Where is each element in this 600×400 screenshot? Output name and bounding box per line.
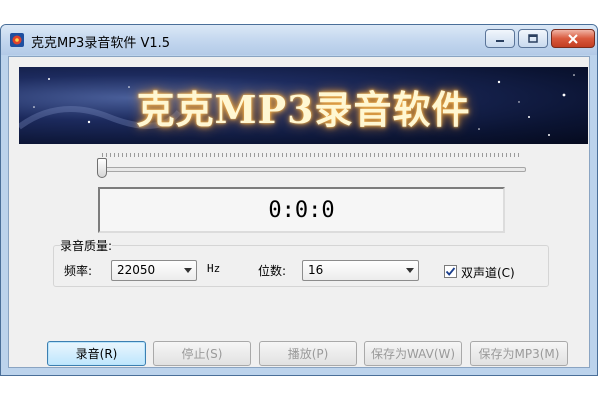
close-icon: [568, 33, 578, 44]
frequency-unit: Hz: [207, 262, 221, 275]
checkmark-icon: [445, 267, 456, 276]
bits-select[interactable]: 16: [302, 260, 419, 281]
maximize-button[interactable]: [518, 29, 548, 48]
maximize-icon: [528, 33, 538, 43]
stop-button[interactable]: 停止(S): [153, 341, 251, 366]
client-area: 克克MP3录音软件 0:0:0 录音质量: 频率: 22050 Hz 位数: 1…: [8, 56, 590, 368]
bits-value: 16: [308, 263, 324, 277]
banner: 克克MP3录音软件: [19, 67, 588, 144]
progress-slider-track[interactable]: [102, 167, 526, 172]
window-title: 克克MP3录音软件 V1.5: [31, 36, 171, 51]
recording-quality-label: 录音质量:: [60, 237, 113, 254]
stereo-label[interactable]: 双声道(C): [461, 264, 515, 281]
dropdown-arrow-icon: [184, 268, 192, 273]
dropdown-arrow-icon: [406, 268, 414, 273]
app-window: 克克MP3录音软件 V1.5 克克MP3录音软件 0:0:0 录音质量: 频率:…: [0, 24, 598, 376]
title-bar[interactable]: 克克MP3录音软件 V1.5: [1, 25, 597, 55]
close-button[interactable]: [551, 29, 595, 48]
save-wav-button[interactable]: 保存为WAV(W): [364, 341, 462, 366]
slider-ticks: [102, 153, 522, 157]
record-button[interactable]: 录音(R): [47, 341, 146, 366]
minimize-icon: [496, 39, 504, 42]
banner-title: 克克MP3录音软件: [136, 87, 471, 132]
stereo-checkbox[interactable]: [444, 265, 457, 278]
save-mp3-button[interactable]: 保存为MP3(M): [470, 341, 568, 366]
progress-slider-thumb[interactable]: [97, 158, 107, 178]
time-display: 0:0:0: [98, 187, 505, 233]
app-icon: [10, 33, 24, 47]
minimize-button[interactable]: [485, 29, 515, 48]
frequency-value: 22050: [117, 263, 156, 277]
frequency-select[interactable]: 22050: [111, 260, 197, 281]
bits-label: 位数:: [258, 264, 287, 278]
play-button[interactable]: 播放(P): [259, 341, 357, 366]
frequency-label: 频率:: [64, 264, 93, 278]
